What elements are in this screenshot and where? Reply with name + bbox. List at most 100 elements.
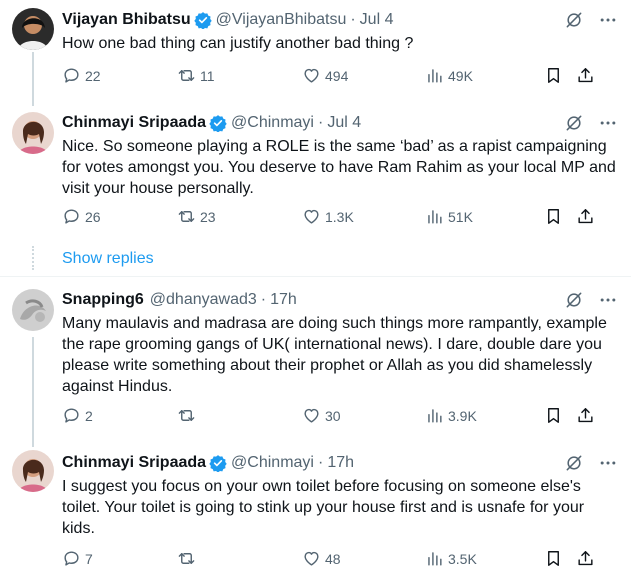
like-button[interactable]: 30 (302, 406, 341, 425)
tweet-header: Chinmayi Sripaada @Chinmayi · Jul 4 (62, 112, 619, 134)
grok-icon[interactable] (563, 112, 585, 134)
more-icon[interactable] (597, 112, 619, 134)
more-icon[interactable] (597, 289, 619, 311)
display-name[interactable]: Chinmayi Sripaada (62, 114, 206, 132)
bookmark-icon (548, 68, 559, 83)
tweet-text: How one bad thing can justify another ba… (62, 35, 414, 52)
show-replies-link[interactable]: Show replies (62, 250, 154, 268)
reply-icon (64, 551, 79, 566)
reply-count: 26 (85, 208, 101, 225)
tweet[interactable]: Vijayan Bhibatsu @VijayanBhibatsu · Jul … (0, 0, 631, 100)
tweet-header: Snapping6 @dhanyawad3 · 17h (62, 289, 619, 311)
retweet-button[interactable]: 11 (177, 66, 215, 85)
timestamp[interactable]: Jul 4 (327, 114, 361, 132)
reply-button[interactable]: 2 (62, 406, 93, 425)
tweet-text: Nice. So someone playing a ROLE is the s… (62, 138, 616, 197)
user-handle[interactable]: @dhanyawad3 (150, 291, 257, 309)
views-icon (428, 210, 442, 224)
retweet-button[interactable] (177, 406, 200, 425)
views-icon (428, 409, 442, 423)
display-name[interactable]: Chinmayi Sripaada (62, 454, 206, 472)
tweet[interactable]: Snapping6 @dhanyawad3 · 17h Many maulavi… (0, 277, 631, 447)
retweet-icon (178, 211, 195, 222)
retweet-icon (178, 553, 195, 564)
tweet[interactable]: Chinmayi Sripaada @Chinmayi · Jul 4 Nice… (0, 52, 631, 240)
like-button[interactable]: 48 (302, 549, 341, 568)
timestamp[interactable]: Jul 4 (360, 11, 394, 29)
reply-button[interactable]: 22 (62, 66, 101, 85)
retweet-button[interactable]: 23 (177, 207, 216, 226)
grok-icon[interactable] (563, 289, 585, 311)
bookmark-button[interactable] (544, 406, 563, 425)
retweet-button[interactable] (177, 549, 200, 568)
bookmark-button[interactable] (544, 207, 563, 226)
tweet[interactable]: Chinmayi Sripaada @Chinmayi · 17h I sugg… (0, 440, 631, 580)
tweet-actions: 26 23 1.3K 51K (62, 207, 602, 229)
separator: · (317, 114, 324, 131)
verified-badge-icon (209, 114, 227, 132)
like-count: 48 (325, 550, 341, 567)
reply-count: 7 (85, 550, 93, 567)
thread-line (32, 337, 34, 447)
like-icon (304, 551, 319, 566)
bookmark-button[interactable] (544, 549, 563, 568)
separator: · (260, 291, 267, 308)
display-name[interactable]: Vijayan Bhibatsu (62, 11, 191, 29)
bookmark-button[interactable] (544, 66, 563, 85)
reply-icon (64, 68, 79, 83)
views-button[interactable]: 51K (425, 207, 473, 226)
thread-line (32, 52, 34, 106)
bookmark-icon (548, 209, 559, 224)
views-button[interactable]: 3.5K (425, 549, 477, 568)
grok-icon[interactable] (563, 452, 585, 474)
retweet-count: 23 (200, 208, 216, 225)
like-icon (304, 68, 319, 83)
display-name[interactable]: Snapping6 (62, 291, 144, 309)
views-button[interactable]: 49K (425, 66, 473, 85)
reply-icon (64, 408, 79, 423)
tweet-text: I suggest you focus on your own toilet b… (62, 478, 585, 537)
like-count: 1.3K (325, 208, 354, 225)
share-icon (578, 551, 593, 566)
share-button[interactable] (576, 66, 595, 85)
bookmark-icon (548, 551, 559, 566)
grok-icon[interactable] (563, 9, 585, 31)
reply-button[interactable]: 7 (62, 549, 93, 568)
tweet-actions: 2 30 3.9K (62, 406, 602, 428)
views-button[interactable]: 3.9K (425, 406, 477, 425)
avatar[interactable] (12, 289, 54, 331)
share-button[interactable] (576, 549, 595, 568)
more-icon[interactable] (597, 452, 619, 474)
share-button[interactable] (576, 207, 595, 226)
views-count: 51K (448, 208, 473, 225)
like-icon (304, 408, 319, 423)
tweet-header: Vijayan Bhibatsu @VijayanBhibatsu · Jul … (62, 9, 619, 31)
reply-button[interactable]: 26 (62, 207, 101, 226)
views-icon (428, 552, 442, 566)
avatar[interactable] (12, 8, 54, 50)
timestamp[interactable]: 17h (270, 291, 297, 309)
separator: · (350, 11, 356, 28)
reply-count: 22 (85, 67, 101, 84)
conversation-thread: Vijayan Bhibatsu @VijayanBhibatsu · Jul … (0, 0, 631, 580)
more-icon[interactable] (597, 9, 619, 31)
user-handle[interactable]: @VijayanBhibatsu (216, 11, 347, 29)
retweet-icon (178, 410, 195, 421)
views-count: 3.5K (448, 550, 477, 567)
timestamp[interactable]: 17h (327, 454, 354, 472)
bookmark-icon (548, 408, 559, 423)
avatar[interactable] (12, 450, 54, 492)
views-count: 49K (448, 67, 473, 84)
thread-dots (32, 246, 34, 270)
verified-badge-icon (209, 454, 227, 472)
user-handle[interactable]: @Chinmayi (231, 114, 314, 132)
like-count: 30 (325, 407, 341, 424)
reply-count: 2 (85, 407, 93, 424)
retweet-count: 11 (200, 67, 215, 84)
like-button[interactable]: 1.3K (302, 207, 354, 226)
share-button[interactable] (576, 406, 595, 425)
user-handle[interactable]: @Chinmayi (231, 454, 314, 472)
avatar[interactable] (12, 112, 54, 154)
like-button[interactable]: 494 (302, 66, 348, 85)
tweet-actions: 7 48 3.5K (62, 549, 602, 571)
